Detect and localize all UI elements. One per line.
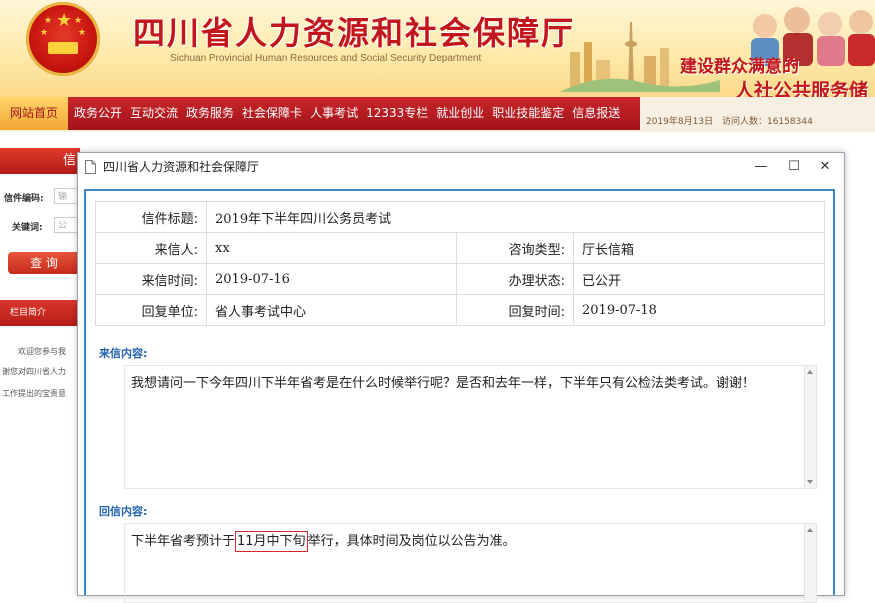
dialog-title: 四川省人力资源和社会保障厅 xyxy=(103,160,260,174)
table-row: 信件标题: 2019年下半年四川公务员考试 xyxy=(95,201,825,233)
section-title: 栏目简介 xyxy=(0,300,80,326)
scroll-up-icon[interactable] xyxy=(807,370,813,374)
reply-time-value: 2019-07-18 xyxy=(573,294,825,326)
national-emblem-icon: ★ ★ ★ ★ ★ xyxy=(26,2,100,76)
status-label: 办理状态: xyxy=(456,263,574,295)
intro-text-3: 工作提出的宝贵意 xyxy=(2,389,66,398)
letter-scrollbar[interactable] xyxy=(804,366,816,488)
reply-unit-label: 回复单位: xyxy=(95,294,207,326)
background-right xyxy=(843,140,875,594)
reply-scrollbar[interactable] xyxy=(804,524,816,602)
main-nav: 网站首页 政务公开 互动交流 政务服务 社会保障卡 人事考试 12333专栏 就… xyxy=(0,97,875,132)
site-title: 四川省人力资源和社会保障厅 xyxy=(133,14,576,52)
reply-content-text: 下半年省考预计于 11月中下旬 举行，具体时间及岗位以公告为准。 xyxy=(131,530,516,552)
reply-unit-value: 省人事考试中心 xyxy=(206,294,457,326)
sender-label: 来信人: xyxy=(95,232,207,264)
slogan-line-2: 人社公共服务储 xyxy=(735,80,869,97)
minimize-button[interactable]: — xyxy=(744,153,778,181)
letter-no-label: 信件编码: xyxy=(4,194,44,204)
category-value: 厅长信箱 xyxy=(573,232,825,264)
letter-content-label: 来信内容: xyxy=(99,347,148,360)
nav-item-home[interactable]: 网站首页 xyxy=(0,97,68,130)
nav-item-social-card[interactable]: 社会保障卡 xyxy=(238,97,306,130)
nav-item-employment[interactable]: 就业创业 xyxy=(432,97,488,130)
intro-text-1: 欢迎您参与我 xyxy=(18,347,66,356)
letter-info-table: 信件标题: 2019年下半年四川公务员考试 来信人: xx 咨询类型: 厅长信箱… xyxy=(95,201,825,326)
sidebar-header: 信 xyxy=(0,148,80,174)
reply-time-label: 回复时间: xyxy=(456,294,574,326)
sender-value: xx xyxy=(206,232,457,264)
sent-time-value: 2019-07-16 xyxy=(206,263,457,295)
letter-dialog: 四川省人力资源和社会保障厅 — ☐ ✕ 信件标题: 2019年下半年四川公务员考… xyxy=(77,152,845,603)
reply-content-box[interactable]: 下半年省考预计于 11月中下旬 举行，具体时间及岗位以公告为准。 xyxy=(124,523,817,603)
letter-content-text: 我想请问一下今年四川下半年省考是在什么时候举行呢？是否和去年一样，下半年只有公检… xyxy=(131,376,756,391)
left-sidebar: 信 信件编码: 输 关键词: 公 查 询 栏目简介 欢迎您参与我 谢您对四川省人… xyxy=(0,140,80,594)
table-row: 来信时间: 2019-07-16 办理状态: 已公开 xyxy=(95,263,825,295)
dialog-titlebar[interactable]: 四川省人力资源和社会保障厅 — ☐ ✕ xyxy=(78,153,844,181)
nav-item-gov-affairs[interactable]: 政务公开 xyxy=(70,97,126,130)
scroll-up-icon[interactable] xyxy=(807,528,813,532)
scroll-down-icon[interactable] xyxy=(807,480,813,484)
maximize-button[interactable]: ☐ xyxy=(777,153,811,181)
slogan-line-1: 建设群众满意的 xyxy=(680,57,799,77)
reply-text-after: 举行，具体时间及岗位以公告为准。 xyxy=(307,534,516,549)
nav-item-services[interactable]: 政务服务 xyxy=(182,97,238,130)
visits-label: 访问人数： xyxy=(721,117,767,127)
nav-bar: 网站首页 政务公开 互动交流 政务服务 社会保障卡 人事考试 12333专栏 就… xyxy=(0,97,640,130)
table-row: 回复单位: 省人事考试中心 回复时间: 2019-07-18 xyxy=(95,294,825,326)
status-value: 已公开 xyxy=(573,263,825,295)
reply-highlight: 11月中下旬 xyxy=(235,531,308,552)
keyword-label: 关键词: xyxy=(12,223,43,233)
nav-info: 2019年8月13日 访问人数：16158344 xyxy=(640,113,813,131)
intro-text-2: 谢您对四川省人力 xyxy=(2,367,66,376)
nav-items: 政务公开 互动交流 政务服务 社会保障卡 人事考试 12333专栏 就业创业 职… xyxy=(70,97,624,130)
nav-item-personnel-exam[interactable]: 人事考试 xyxy=(306,97,362,130)
letter-content-box[interactable]: 我想请问一下今年四川下半年省考是在什么时候举行呢？是否和去年一样，下半年只有公检… xyxy=(124,365,817,489)
table-row: 来信人: xx 咨询类型: 厅长信箱 xyxy=(95,232,825,264)
reply-text-before: 下半年省考预计于 xyxy=(131,534,236,549)
close-button[interactable]: ✕ xyxy=(808,153,842,181)
dialog-body: 信件标题: 2019年下半年四川公务员考试 来信人: xx 咨询类型: 厅长信箱… xyxy=(84,189,835,603)
nav-item-skills[interactable]: 职业技能鉴定 xyxy=(488,97,568,130)
site-subtitle: Sichuan Provincial Human Resources and S… xyxy=(170,53,482,64)
subject-value: 2019年下半年四川公务员考试 xyxy=(206,201,825,233)
category-label: 咨询类型: xyxy=(456,232,574,264)
visits-count: 16158344 xyxy=(766,117,813,127)
nav-item-reports[interactable]: 信息报送 xyxy=(568,97,624,130)
nav-item-12333[interactable]: 12333专栏 xyxy=(362,97,432,130)
header-banner: ★ ★ ★ ★ ★ 四川省人力资源和社会保障厅 Sichuan Provinci… xyxy=(0,0,875,97)
reply-content-label: 回信内容: xyxy=(99,505,148,518)
current-date: 2019年8月13日 xyxy=(646,117,714,127)
sent-time-label: 来信时间: xyxy=(95,263,207,295)
subject-label: 信件标题: xyxy=(95,201,207,233)
nav-item-interaction[interactable]: 互动交流 xyxy=(126,97,182,130)
search-button[interactable]: 查 询 xyxy=(8,252,80,274)
document-icon xyxy=(85,160,96,174)
